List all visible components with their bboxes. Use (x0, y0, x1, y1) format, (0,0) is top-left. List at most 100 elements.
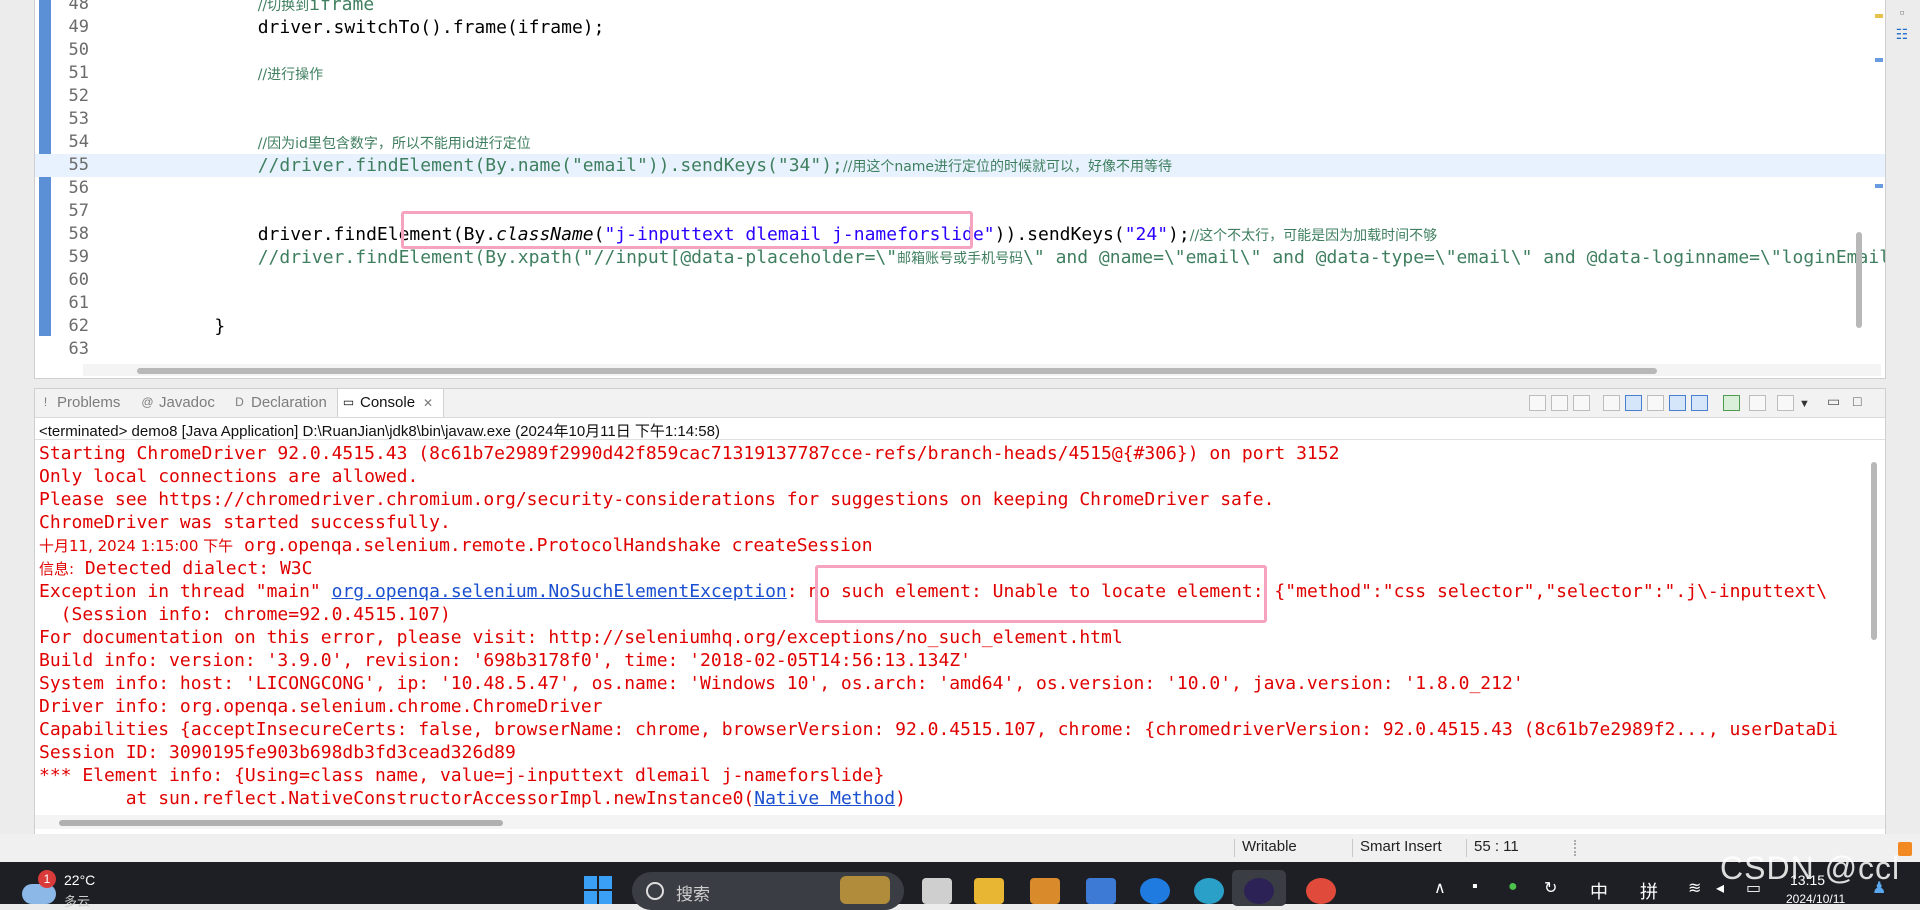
store-icon[interactable] (1086, 878, 1116, 904)
display-console-icon[interactable] (1749, 395, 1766, 411)
code-line[interactable]: 54 //因为id里包含数字，所以不能用id进行定位 (35, 131, 1885, 154)
show-stdout-icon[interactable] (1669, 395, 1686, 411)
line-number: 56 (68, 178, 89, 198)
clear-console-icon[interactable] (1603, 395, 1620, 411)
wifi-icon[interactable]: ≋ (1688, 878, 1701, 898)
console-text: For documentation on this error, please … (39, 627, 1123, 648)
overview-marker-occurrence[interactable] (1875, 184, 1883, 188)
code-editor[interactable]: 48 //切换到iframe 49 driver.switchTo().frame… (34, 0, 1886, 379)
pin-console-icon[interactable] (1723, 395, 1740, 411)
console-link[interactable]: Native Method (754, 788, 895, 809)
weather-temperature[interactable]: 22°C (64, 872, 95, 888)
code-token: //进行操作 (257, 67, 324, 83)
code-line[interactable]: 62 } (35, 315, 1885, 338)
ime-mode[interactable]: 拼 (1640, 878, 1658, 904)
wechat-icon[interactable]: ● (1508, 878, 1518, 896)
divider (35, 439, 1885, 440)
line-number: 54 (68, 132, 89, 152)
show-stderr-icon[interactable] (1691, 395, 1708, 411)
code-line[interactable]: 59 //driver.findElement(By.xpath("//inpu… (35, 246, 1885, 269)
code-line[interactable]: 52 (35, 85, 1885, 108)
code-token: driver.findElement(By. (171, 224, 497, 245)
console-text: org.openqa.selenium.remote.ProtocolHands… (233, 535, 873, 556)
code-line[interactable]: 51 //进行操作 (35, 62, 1885, 85)
tab-label: Declaration (251, 394, 327, 411)
console-text: 信息: (39, 560, 75, 578)
console-link[interactable]: org.openqa.selenium.NoSuchElementExcepti… (332, 581, 787, 602)
console-text: ) (895, 788, 906, 809)
new-console-icon[interactable] (1777, 395, 1794, 411)
console-line: Only local connections are allowed. (39, 465, 1869, 488)
edge-icon[interactable] (1194, 878, 1224, 904)
tray-app-icon[interactable]: ▪ (1472, 878, 1478, 896)
scroll-lock-icon[interactable] (1625, 395, 1642, 411)
code-line[interactable]: 61 (35, 292, 1885, 315)
start-button[interactable] (584, 876, 614, 906)
sync-icon[interactable]: ↻ (1544, 878, 1557, 898)
windows-logo-icon (599, 891, 612, 904)
console-text: at sun.reflect.NativeConstructorAccessor… (39, 788, 755, 809)
code-line[interactable]: 48 //切换到iframe (35, 0, 1885, 16)
remove-launch-icon[interactable] (1551, 395, 1568, 411)
tab-declaration[interactable]: D Declaration (229, 389, 333, 417)
editor-vertical-scrollbar[interactable] (1856, 232, 1862, 328)
view-menu-icon[interactable]: ▼ (1799, 398, 1810, 410)
watermark: CSDN @ccl (1720, 850, 1901, 886)
ime-language[interactable]: 中 (1590, 878, 1608, 904)
code-token: iframe (309, 0, 375, 15)
code-line[interactable]: 57 (35, 200, 1885, 223)
code-line[interactable]: 53 (35, 108, 1885, 131)
console-output[interactable]: Starting ChromeDriver 92.0.4515.43 (8c61… (39, 442, 1869, 810)
line-number: 55 (68, 155, 89, 175)
view-tab-bar: ! Problems @ Javadoc D Declaration ▭ Console ✕ ▼… (35, 389, 1885, 418)
console-vertical-scrollbar[interactable] (1871, 462, 1877, 640)
code-line[interactable]: 58 driver.findElement(By.className("j-in… (35, 223, 1885, 246)
console-text: Session ID: 3090195fe903b698db3fd3cead32… (39, 742, 516, 763)
outline-icon[interactable]: ☷ (1894, 26, 1910, 42)
file-explorer-icon[interactable] (974, 878, 1004, 904)
restore-icon[interactable]: ▫ (1894, 4, 1910, 20)
console-icon: ▭ (342, 395, 355, 409)
maximize-view-icon[interactable]: □ (1853, 393, 1861, 409)
code-token: "j-inputtext dlemail j-nameforslide" (604, 224, 995, 245)
code-line[interactable]: 60 (35, 269, 1885, 292)
tools-app-icon[interactable] (1030, 878, 1060, 904)
weather-condition[interactable]: 多云 (64, 891, 90, 910)
console-text: Capabilities {acceptInsecureCerts: false… (39, 719, 1838, 740)
chevron-up-icon[interactable]: ∧ (1434, 878, 1446, 898)
eclipse-icon[interactable] (1244, 878, 1274, 904)
code-token: "24" (1124, 224, 1169, 245)
code-token: //这个不太行，可能是因为加载时间不够 (1189, 228, 1438, 244)
word-wrap-icon[interactable] (1647, 395, 1664, 411)
overview-marker-warning[interactable] (1875, 14, 1883, 18)
terminate-icon[interactable] (1529, 395, 1546, 411)
writable-status: Writable (1242, 838, 1297, 855)
chrome-icon[interactable] (1306, 878, 1336, 904)
search-highlight-icon (840, 876, 890, 904)
minimize-view-icon[interactable]: ▭ (1827, 393, 1840, 410)
insert-mode-status[interactable]: Smart Insert (1360, 838, 1442, 855)
line-number: 48 (68, 0, 89, 14)
overview-marker-occurrence[interactable] (1875, 58, 1883, 62)
console-horizontal-scrollbar[interactable] (59, 820, 503, 826)
line-number: 60 (68, 270, 89, 290)
code-line[interactable]: 56 (35, 177, 1885, 200)
task-view-icon[interactable] (922, 878, 952, 904)
cursor-position[interactable]: 55 : 11 (1474, 838, 1519, 855)
code-line[interactable]: 55 //driver.findElement(By.name("email")… (35, 154, 1885, 177)
tab-javadoc[interactable]: @ Javadoc (137, 389, 221, 417)
editor-horizontal-scrollbar[interactable] (137, 368, 1657, 374)
code-line[interactable]: 50 (35, 39, 1885, 62)
code-token: ); (1168, 224, 1190, 245)
ie-icon[interactable] (1140, 878, 1170, 904)
tab-problems[interactable]: ! Problems (35, 389, 126, 417)
code-lines[interactable]: 48 //切换到iframe 49 driver.switchTo().frame… (35, 0, 1885, 361)
code-line[interactable]: 63 (35, 338, 1885, 361)
remove-all-launches-icon[interactable] (1573, 395, 1590, 411)
tab-console[interactable]: ▭ Console ✕ (337, 389, 445, 417)
console-text: : no such element: Unable to locate elem… (786, 581, 1828, 602)
close-icon[interactable]: ✕ (423, 396, 433, 410)
code-line[interactable]: 49 driver.switchTo().frame(iframe); (35, 16, 1885, 39)
console-line: Build info: version: '3.9.0', revision: … (39, 649, 1869, 672)
